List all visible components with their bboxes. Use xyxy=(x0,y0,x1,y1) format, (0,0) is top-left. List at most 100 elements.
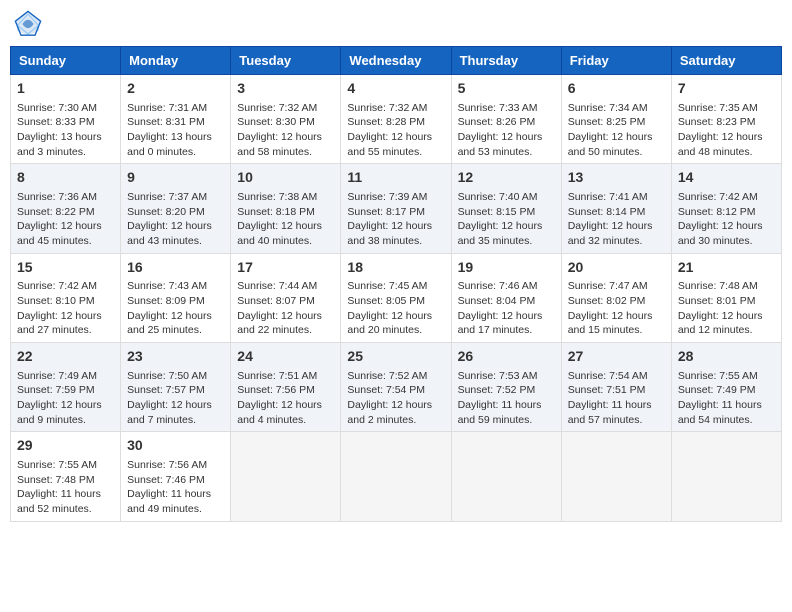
calendar-cell: 12Sunrise: 7:40 AMSunset: 8:15 PMDayligh… xyxy=(451,164,561,253)
day-info-line: Sunset: 8:09 PM xyxy=(127,294,224,309)
day-info-line: Sunrise: 7:48 AM xyxy=(678,279,775,294)
day-info-line: and 20 minutes. xyxy=(347,323,444,338)
calendar-header-row: SundayMondayTuesdayWednesdayThursdayFrid… xyxy=(11,47,782,75)
day-info-line: Sunrise: 7:55 AM xyxy=(678,369,775,384)
day-info-line: and 7 minutes. xyxy=(127,413,224,428)
day-info-line: and 9 minutes. xyxy=(17,413,114,428)
calendar-cell: 16Sunrise: 7:43 AMSunset: 8:09 PMDayligh… xyxy=(121,253,231,342)
day-number: 13 xyxy=(568,168,665,188)
day-info-line: and 45 minutes. xyxy=(17,234,114,249)
day-info-line: Sunset: 8:07 PM xyxy=(237,294,334,309)
day-info-line: and 49 minutes. xyxy=(127,502,224,517)
day-info-line: Daylight: 12 hours xyxy=(237,309,334,324)
day-info-line: Sunrise: 7:37 AM xyxy=(127,190,224,205)
day-info-line: Sunrise: 7:44 AM xyxy=(237,279,334,294)
day-info-line: Sunrise: 7:41 AM xyxy=(568,190,665,205)
day-info-line: Sunset: 8:33 PM xyxy=(17,115,114,130)
day-info-line: Sunrise: 7:47 AM xyxy=(568,279,665,294)
day-info-line: Sunset: 8:17 PM xyxy=(347,205,444,220)
calendar-cell: 22Sunrise: 7:49 AMSunset: 7:59 PMDayligh… xyxy=(11,343,121,432)
day-info-line: Sunset: 8:04 PM xyxy=(458,294,555,309)
day-header-friday: Friday xyxy=(561,47,671,75)
day-info-line: Daylight: 12 hours xyxy=(17,398,114,413)
day-info-line: Sunset: 8:26 PM xyxy=(458,115,555,130)
day-info-line: Sunset: 8:25 PM xyxy=(568,115,665,130)
day-info-line: Daylight: 11 hours xyxy=(678,398,775,413)
day-number: 29 xyxy=(17,436,114,456)
day-number: 1 xyxy=(17,79,114,99)
day-info-line: and 58 minutes. xyxy=(237,145,334,160)
day-info-line: Daylight: 12 hours xyxy=(347,130,444,145)
day-info-line: Sunset: 8:14 PM xyxy=(568,205,665,220)
day-info-line: and 48 minutes. xyxy=(678,145,775,160)
day-info-line: Sunrise: 7:45 AM xyxy=(347,279,444,294)
calendar-cell: 8Sunrise: 7:36 AMSunset: 8:22 PMDaylight… xyxy=(11,164,121,253)
day-header-thursday: Thursday xyxy=(451,47,561,75)
day-number: 26 xyxy=(458,347,555,367)
day-header-wednesday: Wednesday xyxy=(341,47,451,75)
day-number: 20 xyxy=(568,258,665,278)
day-number: 14 xyxy=(678,168,775,188)
day-number: 17 xyxy=(237,258,334,278)
day-info-line: Sunset: 8:02 PM xyxy=(568,294,665,309)
calendar-cell: 1 Sunrise: 7:30 AMSunset: 8:33 PMDaylight… xyxy=(11,75,121,164)
day-info-line: Daylight: 12 hours xyxy=(678,130,775,145)
day-info-line: Daylight: 12 hours xyxy=(568,130,665,145)
day-info-line: Sunset: 7:51 PM xyxy=(568,383,665,398)
day-info-line: Sunrise: 7:30 AM xyxy=(17,101,114,116)
calendar-cell: 30Sunrise: 7:56 AMSunset: 7:46 PMDayligh… xyxy=(121,432,231,521)
day-number: 21 xyxy=(678,258,775,278)
day-info-line: Sunset: 8:20 PM xyxy=(127,205,224,220)
day-info-line: Sunset: 7:46 PM xyxy=(127,473,224,488)
calendar-cell: 19Sunrise: 7:46 AMSunset: 8:04 PMDayligh… xyxy=(451,253,561,342)
day-info-line: Daylight: 12 hours xyxy=(237,398,334,413)
calendar-cell xyxy=(561,432,671,521)
calendar-row-5: 29Sunrise: 7:55 AMSunset: 7:48 PMDayligh… xyxy=(11,432,782,521)
day-info-line: Daylight: 12 hours xyxy=(347,398,444,413)
day-info-line: Daylight: 12 hours xyxy=(458,130,555,145)
day-info-line: and 30 minutes. xyxy=(678,234,775,249)
day-number: 8 xyxy=(17,168,114,188)
day-info-line: Sunset: 7:57 PM xyxy=(127,383,224,398)
day-info-line: Sunset: 7:54 PM xyxy=(347,383,444,398)
day-number: 7 xyxy=(678,79,775,99)
calendar-cell: 28Sunrise: 7:55 AMSunset: 7:49 PMDayligh… xyxy=(671,343,781,432)
day-number: 23 xyxy=(127,347,224,367)
day-info-line: Daylight: 12 hours xyxy=(568,309,665,324)
day-info-line: and 54 minutes. xyxy=(678,413,775,428)
day-info-line: Sunrise: 7:32 AM xyxy=(237,101,334,116)
day-info-line: Sunset: 7:56 PM xyxy=(237,383,334,398)
day-info-line: and 4 minutes. xyxy=(237,413,334,428)
calendar-cell: 25Sunrise: 7:52 AMSunset: 7:54 PMDayligh… xyxy=(341,343,451,432)
calendar-cell: 9Sunrise: 7:37 AMSunset: 8:20 PMDaylight… xyxy=(121,164,231,253)
calendar-cell: 13 Sunrise: 7:41 AMSunset: 8:14 PMDayligh… xyxy=(561,164,671,253)
day-info-line: and 12 minutes. xyxy=(678,323,775,338)
calendar-row-2: 8Sunrise: 7:36 AMSunset: 8:22 PMDaylight… xyxy=(11,164,782,253)
day-info-line: and 55 minutes. xyxy=(347,145,444,160)
calendar-row-1: 1Sunrise: 7:30 AMSunset: 8:33 PMDaylight… xyxy=(11,75,782,164)
day-info-line: and 43 minutes. xyxy=(127,234,224,249)
day-info-line: Daylight: 12 hours xyxy=(17,219,114,234)
calendar-cell: 6Sunrise: 7:34 AMSunset: 8:25 PMDaylight… xyxy=(561,75,671,164)
day-info-line: Sunrise: 7:35 AM xyxy=(678,101,775,116)
day-info-line: and 50 minutes. xyxy=(568,145,665,160)
day-info-line: Sunset: 8:10 PM xyxy=(17,294,114,309)
calendar-cell xyxy=(451,432,561,521)
day-info-line: Sunset: 8:18 PM xyxy=(237,205,334,220)
day-info-line: Sunrise: 7:36 AM xyxy=(17,190,114,205)
day-info-line: Daylight: 13 hours xyxy=(127,130,224,145)
day-info-line: Daylight: 11 hours xyxy=(458,398,555,413)
day-info-line: Sunrise: 7:53 AM xyxy=(458,369,555,384)
day-info-line: and 59 minutes. xyxy=(458,413,555,428)
day-info-line: Sunrise: 7:50 AM xyxy=(127,369,224,384)
day-info-line: Sunset: 8:01 PM xyxy=(678,294,775,309)
calendar-cell: 23Sunrise: 7:50 AMSunset: 7:57 PMDayligh… xyxy=(121,343,231,432)
day-number: 5 xyxy=(458,79,555,99)
day-info-line: Daylight: 12 hours xyxy=(678,219,775,234)
day-info-line: Sunrise: 7:51 AM xyxy=(237,369,334,384)
day-info-line: Sunset: 7:48 PM xyxy=(17,473,114,488)
day-info-line: Sunrise: 7:42 AM xyxy=(17,279,114,294)
day-info-line: Daylight: 12 hours xyxy=(347,219,444,234)
day-info-line: Daylight: 13 hours xyxy=(17,130,114,145)
day-info-line: Daylight: 12 hours xyxy=(568,219,665,234)
